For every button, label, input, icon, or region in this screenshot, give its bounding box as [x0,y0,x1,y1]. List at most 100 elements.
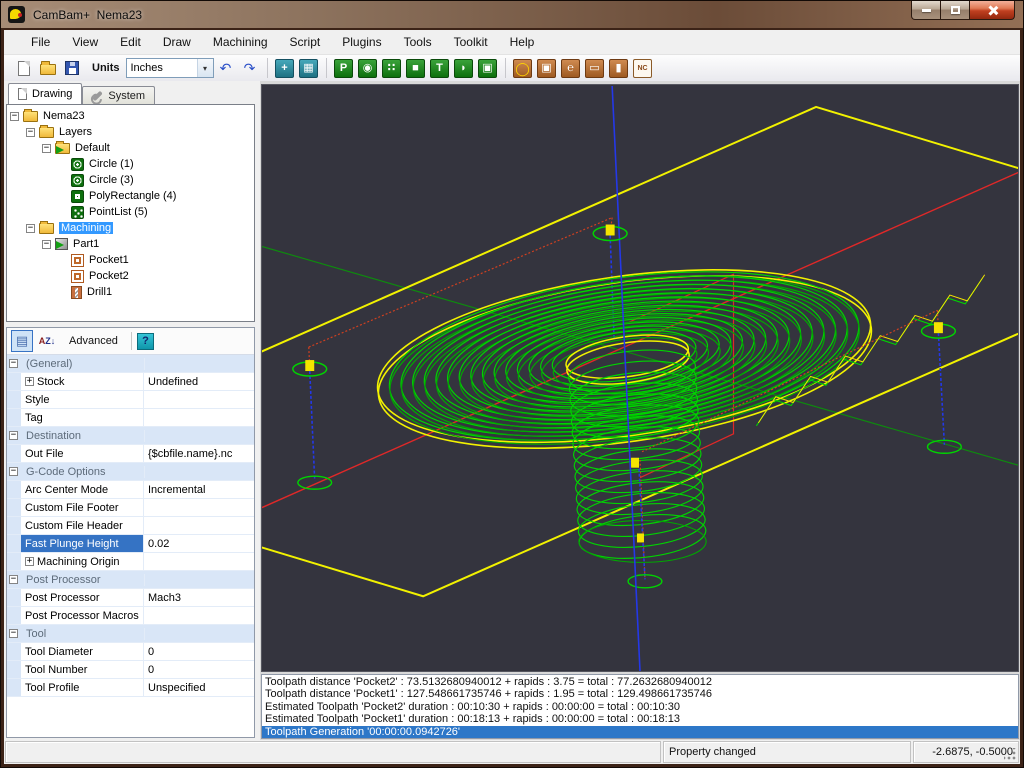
prop-row-custom-file-header[interactable]: Custom File Header [7,517,254,535]
prop-category-tool[interactable]: − Tool [7,625,254,643]
mop-profile-button[interactable]: ◯ [512,57,534,79]
collapse-icon[interactable]: − [9,431,18,440]
collapse-icon[interactable]: − [9,359,18,368]
expand-icon[interactable]: + [25,377,34,386]
minimize-button[interactable] [911,1,941,20]
menu-tools[interactable]: Tools [393,31,443,53]
mop-pocket-button[interactable]: ▣ [536,57,558,79]
tree-item-pocket1[interactable]: Pocket1 [7,252,254,268]
prop-value[interactable] [144,607,254,624]
tree-item-part1[interactable]: − Part1 [7,236,254,252]
prop-row-tool-profile[interactable]: Tool Profile Unspecified [7,679,254,697]
prop-value[interactable]: Mach3 [144,589,254,606]
prop-category-destination[interactable]: − Destination [7,427,254,445]
draw-pointlist-button[interactable]: ∷ [381,57,403,79]
tree-label[interactable]: Default [75,142,110,154]
tree-item-circle-3[interactable]: Circle (3) [7,172,254,188]
tree-item-layers[interactable]: − Layers [7,124,254,140]
tree-label[interactable]: PolyRectangle (4) [89,190,176,202]
redo-button[interactable]: ↷ [239,57,261,79]
draw-polyline-button[interactable]: P [333,57,355,79]
prop-value[interactable]: {$cbfile.name}.nc [144,445,254,462]
generate-gcode-button[interactable]: NC [632,57,654,79]
expand-icon[interactable]: + [25,557,34,566]
tree-label[interactable]: Drill1 [87,286,112,298]
prop-value[interactable]: Unspecified [144,679,254,696]
prop-row-stock[interactable]: +Stock Undefined [7,373,254,391]
collapse-icon[interactable]: − [42,144,51,153]
menu-machining[interactable]: Machining [202,31,279,53]
undo-button[interactable]: ↶ [215,57,237,79]
tree-item-pointlist[interactable]: PointList (5) [7,204,254,220]
prop-row-outfile[interactable]: Out File {$cbfile.name}.nc [7,445,254,463]
tree-label[interactable]: Pocket2 [89,270,129,282]
menu-view[interactable]: View [61,31,109,53]
prop-value[interactable] [144,517,254,534]
menu-file[interactable]: File [20,31,61,53]
close-button[interactable] [969,1,1015,20]
resize-grip[interactable] [1004,748,1017,761]
maximize-button[interactable] [941,1,969,20]
mop-drill-button[interactable]: ▮ [608,57,630,79]
tab-drawing[interactable]: Drawing [8,83,82,104]
collapse-icon[interactable]: − [9,629,18,638]
tree-item-nema23[interactable]: − Nema23 [7,108,254,124]
titlebar[interactable]: CamBam+ Nema23 [1,1,1023,28]
prop-category-gcode-options[interactable]: − G-Code Options [7,463,254,481]
grid-toggle-button[interactable]: ▦ [298,57,320,79]
prop-value[interactable]: 0 [144,643,254,660]
tab-system[interactable]: System [82,86,155,104]
mop-lathe-button[interactable]: ▭ [584,57,606,79]
tree-label[interactable]: Circle (3) [89,174,134,186]
tree-label[interactable]: Circle (1) [89,158,134,170]
prop-value[interactable] [144,391,254,408]
prop-value[interactable]: Incremental [144,481,254,498]
prop-row-post-processor[interactable]: Post Processor Mach3 [7,589,254,607]
tree-label-selected[interactable]: Machining [59,222,113,234]
menu-toolkit[interactable]: Toolkit [443,31,499,53]
prop-value[interactable]: Undefined [144,373,254,390]
help-button[interactable]: ? [137,333,154,350]
tree-item-polyrectangle[interactable]: PolyRectangle (4) [7,188,254,204]
tree-label[interactable]: Pocket1 [89,254,129,266]
snap-points-button[interactable]: + [274,57,296,79]
menu-plugins[interactable]: Plugins [331,31,392,53]
tree-item-drill1[interactable]: Drill1 [7,284,254,300]
draw-rectangle-button[interactable]: ■ [405,57,427,79]
draw-surface-button[interactable]: ▣ [477,57,499,79]
open-file-button[interactable] [37,57,59,79]
log-line[interactable]: Estimated Toolpath 'Pocket1' duration : … [262,713,1018,725]
chevron-down-icon[interactable]: ▾ [197,59,213,77]
menu-draw[interactable]: Draw [152,31,202,53]
save-file-button[interactable] [61,57,83,79]
prop-category-post-processor[interactable]: − Post Processor [7,571,254,589]
menu-edit[interactable]: Edit [109,31,152,53]
draw-arc-button[interactable]: ◗ [453,57,475,79]
tree-label[interactable]: Nema23 [43,110,85,122]
alphabetical-view-button[interactable]: AZ↓ [36,330,58,352]
log-line[interactable]: Toolpath distance 'Pocket2' : 73.5132680… [262,676,1018,688]
prop-row-style[interactable]: Style [7,391,254,409]
tree-item-circle-1[interactable]: Circle (1) [7,156,254,172]
log-line[interactable]: Toolpath distance 'Pocket1' : 127.548661… [262,688,1018,700]
prop-row-tool-diameter[interactable]: Tool Diameter 0 [7,643,254,661]
collapse-icon[interactable]: − [9,575,18,584]
tree-item-pocket2[interactable]: Pocket2 [7,268,254,284]
prop-row-tag[interactable]: Tag [7,409,254,427]
categorized-view-button[interactable]: ▤ [11,330,33,352]
collapse-icon[interactable]: − [26,224,35,233]
prop-value[interactable] [144,553,254,570]
tree-label[interactable]: Layers [59,126,92,138]
3d-viewport[interactable] [261,84,1019,672]
menu-help[interactable]: Help [499,31,546,53]
menu-script[interactable]: Script [279,31,332,53]
prop-row-fast-plunge-height[interactable]: Fast Plunge Height 0.02 [7,535,254,553]
prop-row-arc-center-mode[interactable]: Arc Center Mode Incremental [7,481,254,499]
prop-value[interactable]: 0.02 [144,535,254,552]
units-combo[interactable]: Inches ▾ [126,58,214,78]
prop-value[interactable] [144,499,254,516]
advanced-button[interactable]: Advanced [61,335,126,347]
collapse-icon[interactable]: − [9,467,18,476]
mop-engrave-button[interactable]: ℮ [560,57,582,79]
collapse-icon[interactable]: − [42,240,51,249]
